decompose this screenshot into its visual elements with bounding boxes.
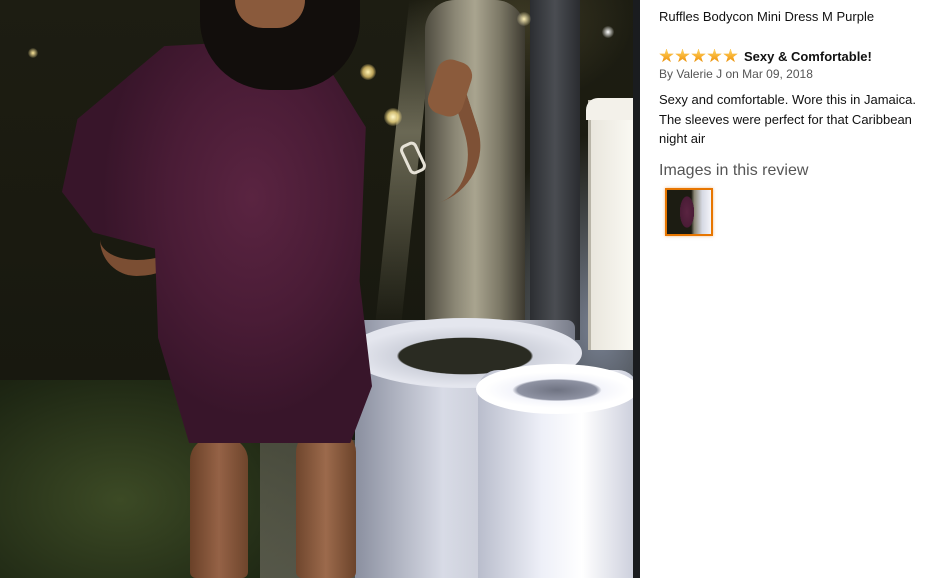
review-panel: Ruffles Bodycon Mini Dress M Purple Sexy… [640, 0, 939, 578]
photo-lamp-light [360, 64, 376, 80]
photo-fence-top [586, 98, 633, 120]
photo-lamp-light [517, 12, 531, 26]
product-title[interactable]: Ruffles Bodycon Mini Dress M Purple [659, 9, 874, 24]
review-photo[interactable] [0, 0, 633, 578]
photo-lamp-light [602, 26, 614, 38]
photo-person-leg [296, 430, 356, 578]
review-image-thumbnail[interactable] [665, 188, 713, 236]
star-icon [659, 48, 674, 63]
star-icon [691, 48, 706, 63]
star-icon [675, 48, 690, 63]
star-icon [723, 48, 738, 63]
photo-lamp-light [28, 48, 38, 58]
review-byline: By Valerie J on Mar 09, 2018 [659, 67, 813, 81]
review-rating-row: Sexy & Comfortable! [659, 47, 872, 65]
photo-panel-divider [633, 0, 640, 578]
photo-tree-trunk-back [530, 0, 580, 340]
images-section-heading: Images in this review [659, 162, 809, 179]
photo-person-leg [190, 438, 248, 578]
photo-planter-front-rim [476, 364, 633, 414]
review-title[interactable]: Sexy & Comfortable! [744, 49, 872, 64]
photo-fence [588, 100, 633, 350]
star-icon [707, 48, 722, 63]
review-body: Sexy and comfortable. Wore this in Jamai… [659, 92, 916, 146]
star-rating [659, 48, 738, 64]
